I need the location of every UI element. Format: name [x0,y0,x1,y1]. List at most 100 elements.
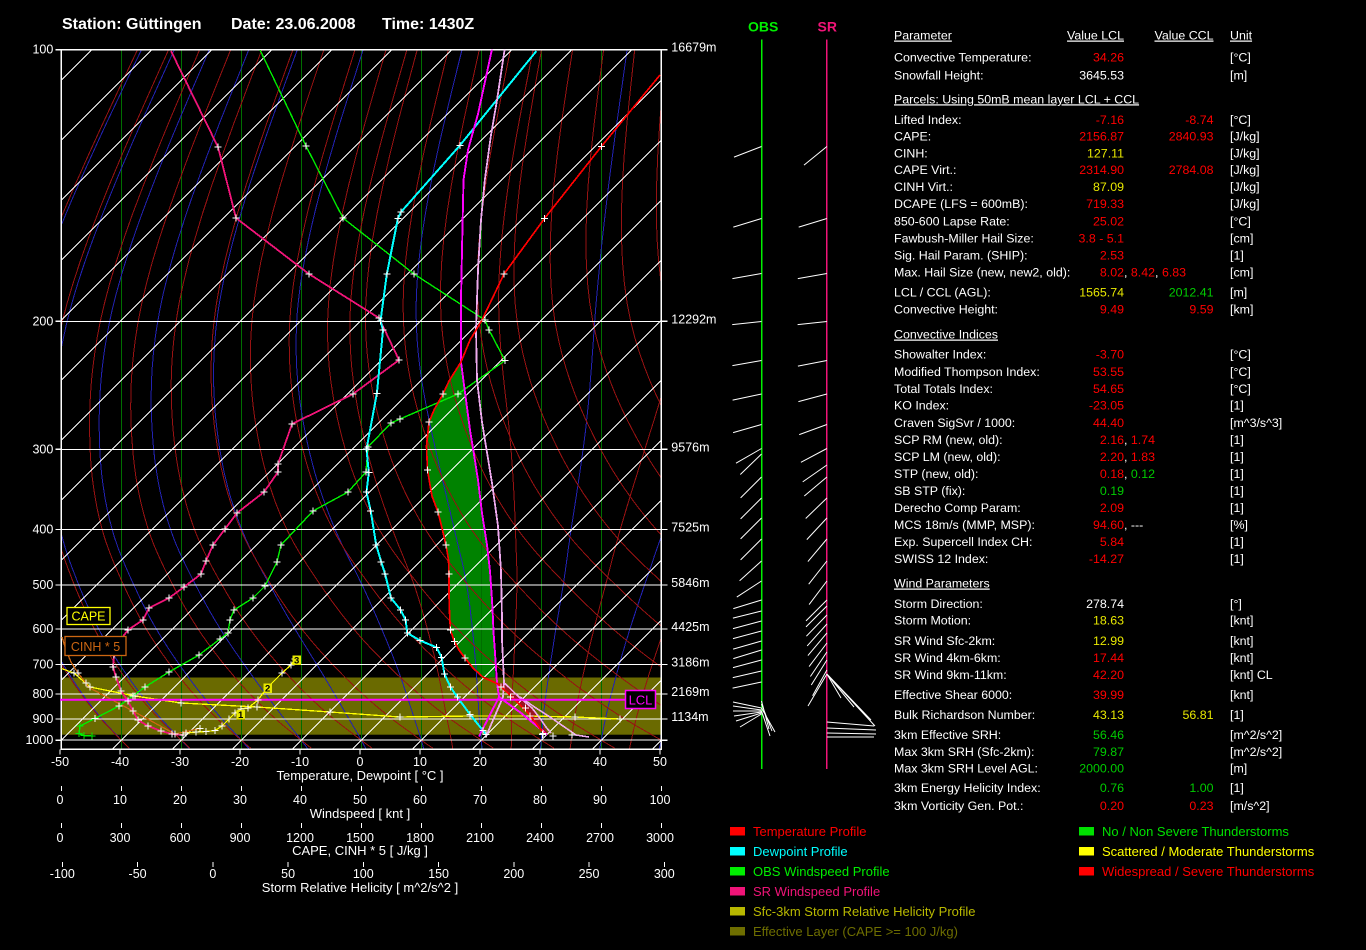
svg-text:300: 300 [110,831,131,845]
svg-text:Exp. Supercell Index CH:: Exp. Supercell Index CH: [894,535,1032,549]
svg-text:278.74: 278.74 [1086,597,1124,611]
svg-text:3km Vorticity Gen. Pot.:: 3km Vorticity Gen. Pot.: [894,799,1023,813]
svg-text:9576m: 9576m [671,440,709,454]
svg-text:2314.90: 2314.90 [1079,163,1124,177]
svg-text:43.13: 43.13 [1093,708,1124,722]
svg-text:42.20: 42.20 [1093,668,1124,682]
svg-text:Time: 1430Z: Time: 1430Z [382,16,474,33]
svg-text:3km Effective SRH:: 3km Effective SRH: [894,728,1001,742]
svg-text:8.02: 8.02 [1100,266,1124,280]
svg-text:Storm Motion:: Storm Motion: [894,614,971,628]
svg-text:30: 30 [533,755,547,769]
svg-text:Modified Thompson Index:: Modified Thompson Index: [894,365,1040,379]
svg-text:[knt]: [knt] [1230,688,1253,702]
svg-text:[1]: [1] [1230,501,1244,515]
svg-text:Sig. Hail Param. (SHIP):: Sig. Hail Param. (SHIP): [894,249,1028,263]
svg-text:[1]: [1] [1230,535,1244,549]
svg-text:600: 600 [32,622,53,636]
svg-text:Dewpoint Profile: Dewpoint Profile [753,844,848,859]
svg-text:[cm]: [cm] [1230,266,1253,280]
svg-text:[1]: [1] [1230,249,1244,263]
svg-text:[%]: [%] [1230,518,1248,532]
svg-text:SR Wind Sfc-2km:: SR Wind Sfc-2km: [894,634,995,648]
svg-text:[°C]: [°C] [1230,214,1251,228]
svg-text:3.8 - 5.1: 3.8 - 5.1 [1079,231,1125,245]
svg-text:0: 0 [57,831,64,845]
svg-text:[knt]: [knt] [1230,614,1253,628]
svg-text:[1]: [1] [1230,433,1244,447]
svg-text:Total Totals Index:: Total Totals Index: [894,382,993,396]
svg-text:Parcels: Using 50mB mean layer: Parcels: Using 50mB mean layer LCL + CCL [894,92,1139,106]
svg-text:Showalter Index:: Showalter Index: [894,348,986,362]
svg-text:SWISS 12 Index:: SWISS 12 Index: [894,552,988,566]
svg-text:50: 50 [653,755,667,769]
svg-text:20: 20 [473,755,487,769]
svg-text:[knt]: [knt] [1230,651,1253,665]
svg-text:Windspeed [ knt ]: Windspeed [ knt ] [310,806,410,821]
svg-text:2700: 2700 [586,831,614,845]
svg-text:0.18: 0.18 [1100,467,1124,481]
svg-text:1134m: 1134m [671,710,708,724]
svg-text:MCS 18m/s (MMP, MSP):: MCS 18m/s (MMP, MSP): [894,518,1035,532]
svg-text:2169m: 2169m [671,685,709,699]
svg-text:LCL / CCL (AGL):: LCL / CCL (AGL): [894,285,991,299]
svg-text:[J/kg]: [J/kg] [1230,197,1260,211]
svg-text:OBS Windspeed Profile: OBS Windspeed Profile [753,864,890,879]
svg-text:9.59: 9.59 [1189,303,1213,317]
svg-text:CAPE:: CAPE: [894,130,931,144]
svg-text:Station: Güttingen: Station: Güttingen [62,16,202,33]
svg-text:719.33: 719.33 [1086,197,1124,211]
svg-text:200: 200 [503,867,524,881]
svg-text:[J/kg]: [J/kg] [1230,180,1260,194]
svg-text:-7.16: -7.16 [1096,113,1124,127]
svg-text:Scattered / Moderate Thunderst: Scattered / Moderate Thunderstorms [1102,844,1315,859]
svg-text:2100: 2100 [466,831,494,845]
svg-text:Bulk Richardson Number:: Bulk Richardson Number: [894,708,1035,722]
svg-text:7525m: 7525m [671,521,709,535]
svg-text:87.09: 87.09 [1093,180,1124,194]
svg-text:90: 90 [593,793,607,807]
svg-text:12.99: 12.99 [1093,634,1124,648]
svg-text:-14.27: -14.27 [1089,552,1124,566]
svg-text:[1]: [1] [1230,781,1244,795]
svg-text:0.19: 0.19 [1100,484,1124,498]
svg-text:60: 60 [413,793,427,807]
svg-text:OBS: OBS [748,19,778,35]
svg-text:[1]: [1] [1230,708,1244,722]
svg-text:0: 0 [357,755,364,769]
svg-text:3km Energy Helicity Index:: 3km Energy Helicity Index: [894,781,1041,795]
svg-text:Sfc-3km Storm Relative Helicit: Sfc-3km Storm Relative Helicity Profile [753,904,976,919]
svg-text:800: 800 [32,687,53,701]
svg-text:[°]: [°] [1230,597,1242,611]
svg-text:20: 20 [173,793,187,807]
svg-text:[°C]: [°C] [1230,113,1251,127]
svg-text:900: 900 [32,712,53,726]
svg-text:200: 200 [32,314,53,328]
svg-text:700: 700 [32,657,53,671]
svg-text:STP (new, old):: STP (new, old): [894,467,978,481]
svg-text:39.99: 39.99 [1093,688,1124,702]
svg-text:80: 80 [533,793,547,807]
svg-text:50: 50 [353,793,367,807]
svg-text:CAPE: CAPE [71,610,105,624]
svg-text:2.16: 2.16 [1100,433,1124,447]
svg-text:2012.41: 2012.41 [1169,285,1214,299]
svg-text:16679m: 16679m [671,41,716,55]
svg-text:600: 600 [170,831,191,845]
svg-text:[1]: [1] [1230,552,1244,566]
svg-text:[m^2/s^2]: [m^2/s^2] [1230,745,1282,759]
svg-text:300: 300 [32,442,53,456]
svg-text:[J/kg]: [J/kg] [1230,163,1260,177]
svg-text:Value LCL: Value LCL [1067,29,1124,43]
svg-text:2400: 2400 [526,831,554,845]
svg-text:[m/s^2]: [m/s^2] [1230,799,1270,813]
svg-text:9.49: 9.49 [1100,303,1124,317]
svg-text:Widespread / Severe Thundersto: Widespread / Severe Thunderstorms [1102,864,1315,879]
svg-text:SB STP (fix):: SB STP (fix): [894,484,965,498]
svg-text:[1]: [1] [1230,450,1244,464]
svg-text:[m]: [m] [1230,285,1247,299]
svg-text:[1]: [1] [1230,484,1244,498]
svg-text:56.46: 56.46 [1093,728,1124,742]
svg-text:-50: -50 [129,867,147,881]
svg-text:[knt] CL: [knt] CL [1230,668,1273,682]
